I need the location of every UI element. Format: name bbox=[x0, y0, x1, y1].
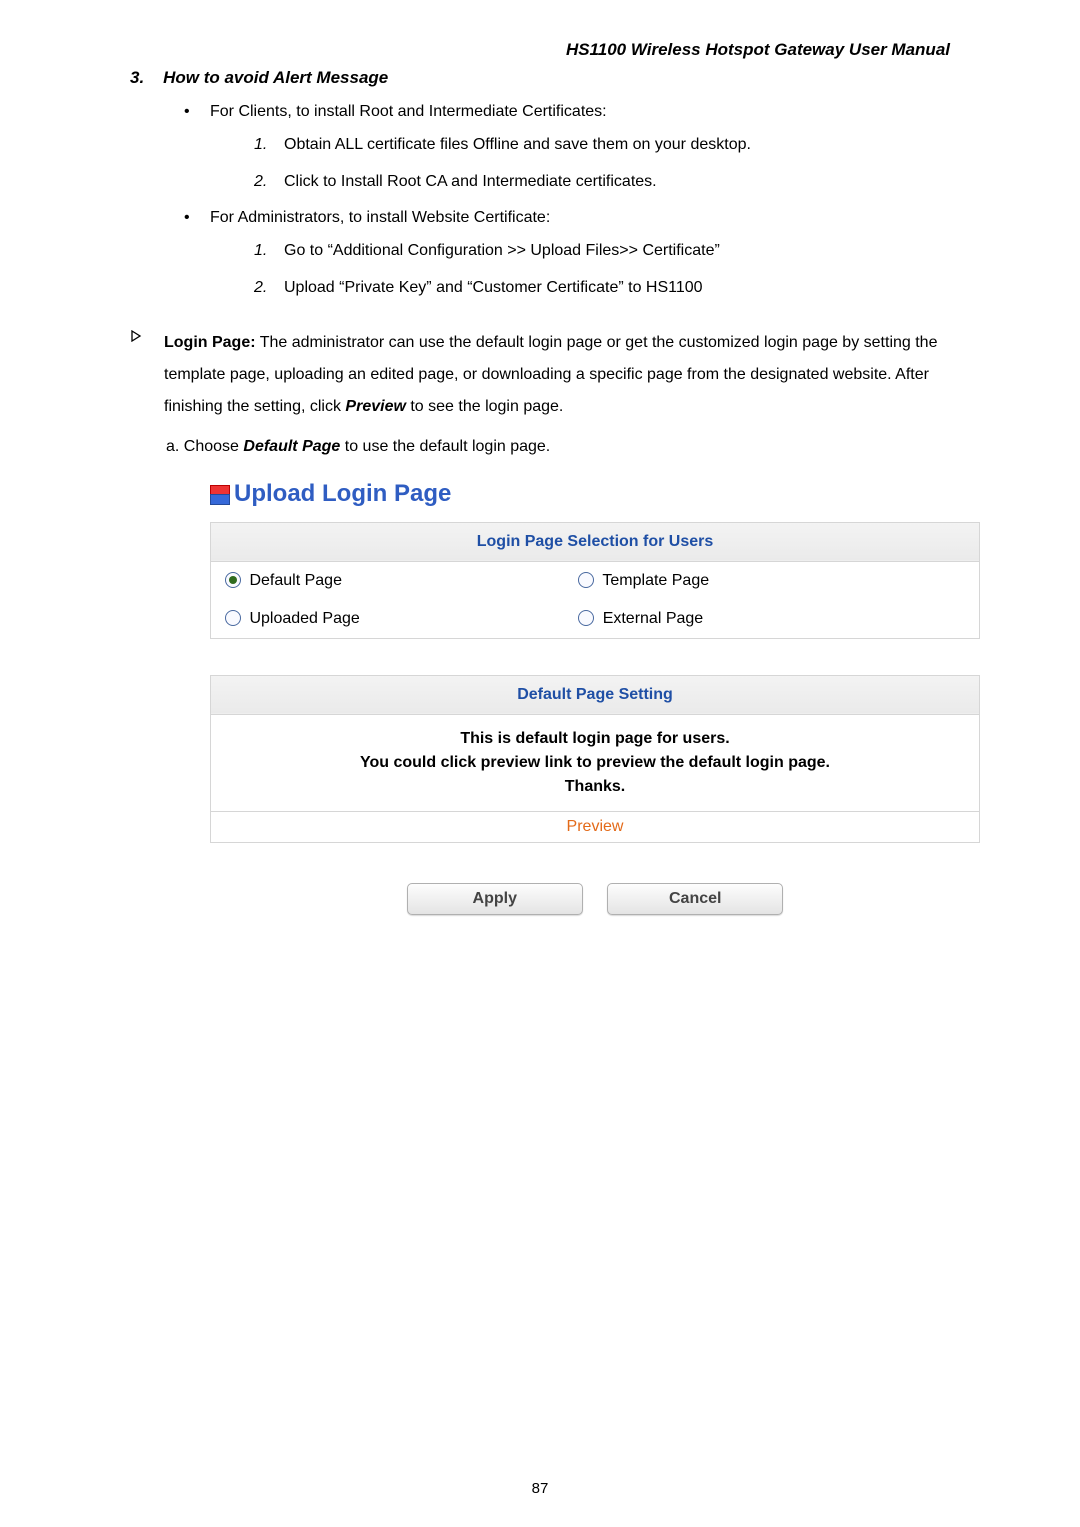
apply-button[interactable]: Apply bbox=[407, 883, 583, 915]
clients-item-2: 2.Click to Install Root CA and Intermedi… bbox=[254, 168, 950, 197]
admins-item-1-text: Go to “Additional Configuration >> Uploa… bbox=[284, 242, 720, 259]
page-number: 87 bbox=[0, 1480, 1080, 1497]
radio-template-label: Template Page bbox=[602, 572, 709, 589]
login-page-label: Login Page: bbox=[164, 334, 256, 351]
radio-template-page[interactable]: Template Page bbox=[564, 561, 979, 600]
radio-uploaded-label: Uploaded Page bbox=[249, 610, 359, 627]
radio-external-page[interactable]: External Page bbox=[564, 600, 979, 639]
upload-heading-text: Upload Login Page bbox=[234, 480, 451, 508]
sub-a-suffix: to use the default login page. bbox=[340, 438, 550, 455]
section3-heading: 3. How to avoid Alert Message bbox=[130, 68, 950, 88]
radio-icon bbox=[578, 572, 594, 588]
radio-external-label: External Page bbox=[603, 610, 704, 627]
radio-default-label: Default Page bbox=[249, 572, 342, 589]
bullet-admins-label: For Administrators, to install Website C… bbox=[210, 209, 550, 226]
admins-item-2-text: Upload “Private Key” and “Customer Certi… bbox=[284, 279, 703, 296]
login-page-tail: to see the login page. bbox=[406, 398, 563, 415]
cancel-button[interactable]: Cancel bbox=[607, 883, 783, 915]
clients-item-2-text: Click to Install Root CA and Intermediat… bbox=[284, 173, 657, 190]
radio-icon bbox=[578, 610, 594, 626]
default-line2: You could click preview link to preview … bbox=[211, 751, 979, 775]
clients-item-1-text: Obtain ALL certificate files Offline and… bbox=[284, 136, 751, 153]
preview-word: Preview bbox=[345, 398, 405, 415]
clients-numlist: 1.Obtain ALL certificate files Offline a… bbox=[210, 131, 950, 197]
bullet-clients-label: For Clients, to install Root and Interme… bbox=[210, 103, 607, 120]
default-setting-header: Default Page Setting bbox=[211, 675, 980, 714]
preview-link[interactable]: Preview bbox=[567, 818, 624, 835]
bullet-list: For Clients, to install Root and Interme… bbox=[130, 98, 950, 303]
default-line3: Thanks. bbox=[211, 775, 979, 799]
radio-uploaded-page[interactable]: Uploaded Page bbox=[211, 600, 565, 639]
default-line1: This is default login page for users. bbox=[211, 727, 979, 751]
admins-item-2: 2.Upload “Private Key” and “Customer Cer… bbox=[254, 274, 950, 303]
bullet-admins: For Administrators, to install Website C… bbox=[190, 204, 950, 302]
radio-icon bbox=[225, 572, 241, 588]
sub-item-a: a. Choose Default Page to use the defaul… bbox=[130, 433, 950, 462]
chevron-right-icon bbox=[130, 330, 142, 342]
clients-item-1: 1.Obtain ALL certificate files Offline a… bbox=[254, 131, 950, 160]
section3-num: 3. bbox=[130, 68, 144, 87]
upload-page-icon bbox=[210, 485, 228, 503]
admins-numlist: 1.Go to “Additional Configuration >> Upl… bbox=[210, 237, 950, 303]
section3-title: How to avoid Alert Message bbox=[163, 68, 388, 87]
admins-item-1: 1.Go to “Additional Configuration >> Upl… bbox=[254, 237, 950, 266]
sub-a-prefix: a. Choose bbox=[166, 438, 243, 455]
selection-header: Login Page Selection for Users bbox=[211, 522, 980, 561]
upload-login-page-heading: Upload Login Page bbox=[210, 480, 950, 508]
login-page-paragraph: Login Page: The administrator can use th… bbox=[164, 327, 950, 423]
default-page-setting-table: Default Page Setting This is default log… bbox=[210, 675, 980, 843]
bullet-clients: For Clients, to install Root and Interme… bbox=[190, 98, 950, 196]
doc-title: HS1100 Wireless Hotspot Gateway User Man… bbox=[130, 40, 950, 60]
default-setting-body: This is default login page for users. Yo… bbox=[211, 714, 980, 811]
radio-default-page[interactable]: Default Page bbox=[211, 561, 565, 600]
login-page-selection-table: Login Page Selection for Users Default P… bbox=[210, 522, 980, 639]
radio-icon bbox=[225, 610, 241, 626]
default-page-word: Default Page bbox=[243, 438, 340, 455]
